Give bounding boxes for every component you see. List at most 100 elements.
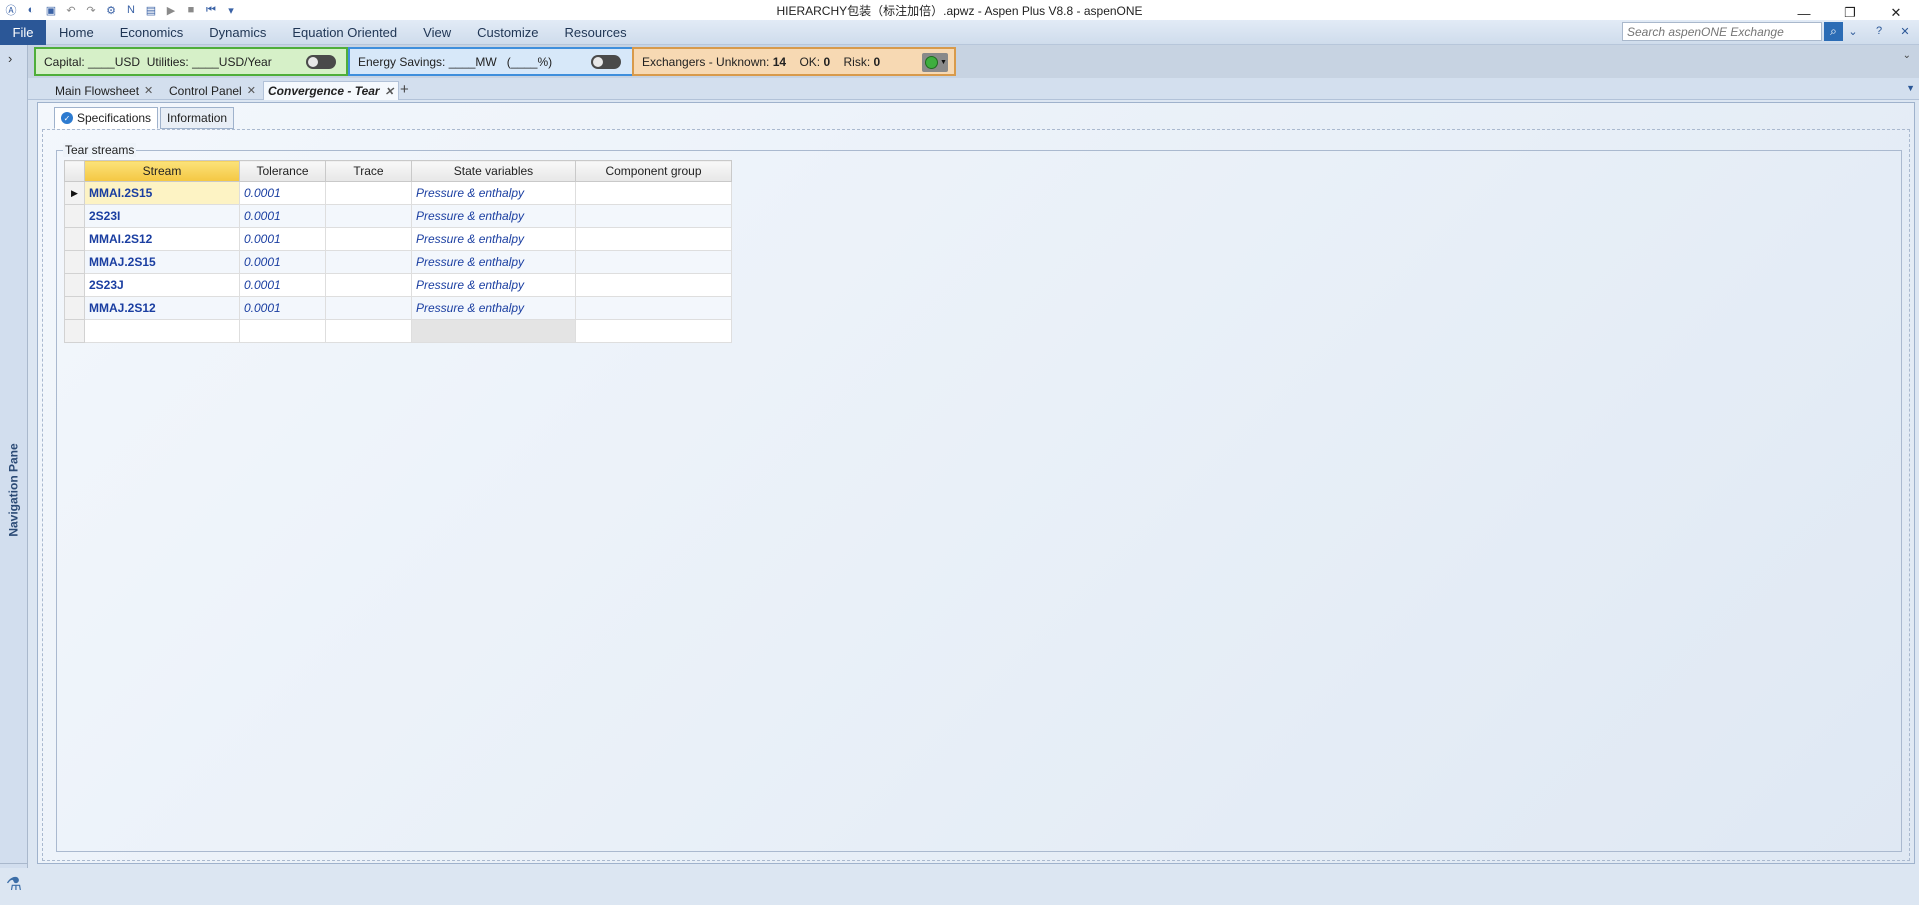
add-tab-icon[interactable]: + — [400, 81, 409, 98]
stream-cell[interactable]: MMAI.2S12 — [84, 227, 240, 251]
search-icon[interactable]: ⌕ — [1824, 22, 1843, 41]
report-icon[interactable]: ▤ — [144, 3, 158, 17]
exchanger-status-icon[interactable]: ▼ — [922, 53, 948, 72]
stream-cell[interactable]: MMAI.2S15 — [84, 181, 240, 205]
open-icon[interactable]: ◐ — [24, 3, 38, 17]
tab-list-icon[interactable]: ▼ — [1906, 83, 1915, 93]
collapse-ribbon-icon[interactable]: ⌄ — [1845, 23, 1861, 39]
next-icon[interactable]: N — [124, 3, 138, 17]
redo-icon[interactable]: ↷ — [84, 3, 98, 17]
search-input[interactable] — [1622, 22, 1822, 41]
column-header-trace[interactable]: Trace — [325, 160, 412, 182]
reset-icon[interactable]: ⏮ — [204, 3, 218, 17]
menu-resources[interactable]: Resources — [552, 20, 640, 45]
stream-cell[interactable] — [84, 319, 240, 343]
tab-control-panel[interactable]: Control Panel ✕ — [165, 81, 260, 100]
tab-specifications[interactable]: ✓ Specifications — [54, 107, 159, 129]
state-variables-cell[interactable]: Pressure & enthalpy — [411, 204, 576, 228]
exchangers-panel[interactable]: Exchangers - Unknown: 14 OK: 0 Risk: 0 ▼ — [632, 47, 956, 76]
close-tab-icon[interactable]: ✕ — [144, 84, 153, 97]
table-row[interactable]: MMAJ.2S12 0.0001 Pressure & enthalpy — [64, 296, 732, 320]
tolerance-cell[interactable]: 0.0001 — [239, 181, 326, 205]
row-header[interactable] — [64, 204, 85, 228]
state-variables-cell[interactable]: Pressure & enthalpy — [411, 273, 576, 297]
state-variables-cell[interactable]: Pressure & enthalpy — [411, 227, 576, 251]
stream-cell[interactable]: MMAJ.2S12 — [84, 296, 240, 320]
current-row-icon[interactable]: ▶ — [64, 181, 85, 205]
tab-information[interactable]: Information — [160, 107, 235, 129]
tolerance-cell[interactable]: 0.0001 — [239, 273, 326, 297]
row-header[interactable] — [64, 250, 85, 274]
quick-access-toolbar: Ⓐ ◐ ▣ ↶ ↷ ⚙ N ▤ ▶ ■ ⏮ ▾ — [0, 0, 238, 20]
stream-cell[interactable]: 2S23J — [84, 273, 240, 297]
component-group-cell[interactable] — [575, 227, 732, 251]
tolerance-cell[interactable] — [239, 319, 326, 343]
menu-home[interactable]: Home — [46, 20, 107, 45]
trace-cell[interactable] — [325, 204, 412, 228]
component-group-cell[interactable] — [575, 296, 732, 320]
trace-cell[interactable] — [325, 273, 412, 297]
column-header-component-group[interactable]: Component group — [575, 160, 732, 182]
stream-cell[interactable]: MMAJ.2S15 — [84, 250, 240, 274]
column-header-state-variables[interactable]: State variables — [411, 160, 576, 182]
help-icon[interactable]: ? — [1871, 23, 1887, 39]
capital-toggle[interactable] — [306, 55, 336, 69]
table-row[interactable]: ▶ MMAI.2S15 0.0001 Pressure & enthalpy — [64, 181, 732, 205]
table-row[interactable]: 2S23I 0.0001 Pressure & enthalpy — [64, 204, 732, 228]
trace-cell[interactable] — [325, 250, 412, 274]
trace-cell[interactable] — [325, 296, 412, 320]
navigation-pane-label[interactable]: Navigation Pane — [2, 440, 26, 540]
menu-dynamics[interactable]: Dynamics — [196, 20, 279, 45]
menu-customize[interactable]: Customize — [464, 20, 551, 45]
collapse-dashboard-icon[interactable]: ⌄ — [1903, 50, 1911, 61]
state-variables-cell[interactable]: Pressure & enthalpy — [411, 296, 576, 320]
close-tab-icon[interactable]: ✕ — [247, 84, 256, 97]
table-row[interactable]: MMAJ.2S15 0.0001 Pressure & enthalpy — [64, 250, 732, 274]
state-variables-cell[interactable]: Pressure & enthalpy — [411, 250, 576, 274]
file-menu[interactable]: File — [0, 19, 46, 45]
save-icon[interactable]: ▣ — [44, 3, 58, 17]
trace-cell[interactable] — [325, 227, 412, 251]
energy-toggle[interactable] — [591, 55, 621, 69]
new-entry-row[interactable] — [64, 319, 732, 343]
stream-cell[interactable]: 2S23I — [84, 204, 240, 228]
menu-economics[interactable]: Economics — [107, 20, 197, 45]
component-group-cell[interactable] — [575, 273, 732, 297]
state-variables-cell[interactable]: Pressure & enthalpy — [411, 181, 576, 205]
flask-icon[interactable]: ⚗ — [0, 863, 28, 905]
row-header[interactable] — [64, 273, 85, 297]
close-ribbon-icon[interactable]: ✕ — [1897, 23, 1913, 39]
state-variables-cell[interactable] — [411, 319, 576, 343]
tolerance-cell[interactable]: 0.0001 — [239, 227, 326, 251]
tab-convergence-tear[interactable]: Convergence - Tear ✕ — [263, 81, 399, 100]
tolerance-cell[interactable]: 0.0001 — [239, 250, 326, 274]
table-row[interactable]: 2S23J 0.0001 Pressure & enthalpy — [64, 273, 732, 297]
undo-icon[interactable]: ↶ — [64, 3, 78, 17]
menu-view[interactable]: View — [410, 20, 464, 45]
trace-cell[interactable] — [325, 181, 412, 205]
row-header[interactable] — [64, 319, 85, 343]
energy-panel[interactable]: Energy Savings: ____MW (____%) — [348, 47, 643, 76]
close-tab-icon[interactable]: ✕ — [385, 85, 394, 98]
aspen-logo-icon[interactable]: Ⓐ — [4, 3, 18, 17]
component-group-cell[interactable] — [575, 181, 732, 205]
menu-equation-oriented[interactable]: Equation Oriented — [279, 20, 410, 45]
component-group-cell[interactable] — [575, 319, 732, 343]
customize-qat-icon[interactable]: ▾ — [224, 3, 238, 17]
row-header[interactable] — [64, 227, 85, 251]
settings-icon[interactable]: ⚙ — [104, 3, 118, 17]
column-header-stream[interactable]: Stream — [84, 160, 240, 182]
component-group-cell[interactable] — [575, 250, 732, 274]
tab-main-flowsheet[interactable]: Main Flowsheet ✕ — [51, 81, 157, 100]
trace-cell[interactable] — [325, 319, 412, 343]
stop-icon[interactable]: ■ — [184, 3, 198, 17]
row-header[interactable] — [64, 296, 85, 320]
column-header-tolerance[interactable]: Tolerance — [239, 160, 326, 182]
run-icon[interactable]: ▶ — [164, 3, 178, 17]
table-row[interactable]: MMAI.2S12 0.0001 Pressure & enthalpy — [64, 227, 732, 251]
component-group-cell[interactable] — [575, 204, 732, 228]
capital-panel[interactable]: Capital: ____USD Utilities: ____USD/Year — [34, 47, 348, 76]
tolerance-cell[interactable]: 0.0001 — [239, 204, 326, 228]
expand-nav-icon[interactable]: › — [8, 51, 12, 66]
tolerance-cell[interactable]: 0.0001 — [239, 296, 326, 320]
